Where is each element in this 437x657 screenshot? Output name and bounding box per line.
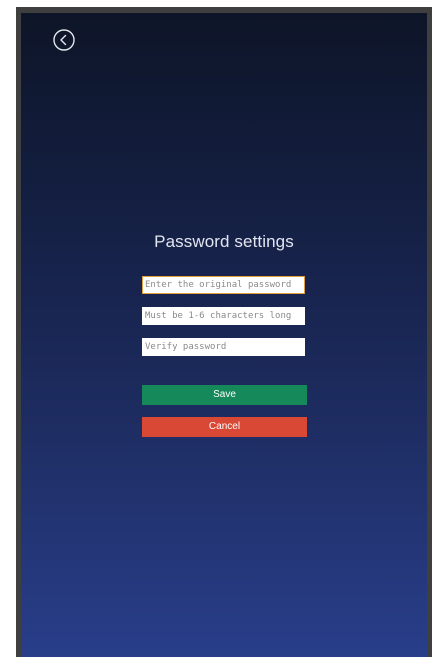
back-icon <box>53 29 75 51</box>
password-settings-screen: Password settings Save Cancel <box>21 13 427 657</box>
device-frame: Password settings Save Cancel <box>16 7 432 657</box>
verify-password-input[interactable] <box>142 338 305 356</box>
cancel-button[interactable]: Cancel <box>142 417 307 437</box>
new-password-input[interactable] <box>142 307 305 325</box>
original-password-input[interactable] <box>142 276 305 294</box>
page-title: Password settings <box>154 232 294 251</box>
back-button[interactable] <box>52 28 76 52</box>
save-button[interactable]: Save <box>142 385 307 405</box>
